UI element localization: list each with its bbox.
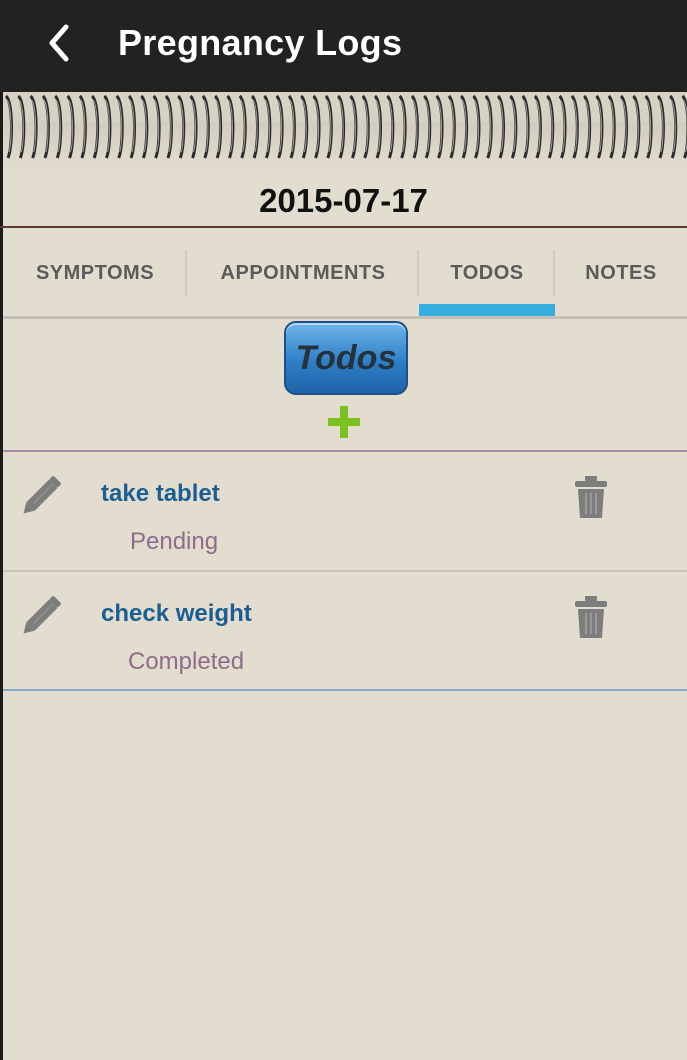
todo-name: check weight — [101, 600, 252, 627]
todo-status: Pending — [130, 528, 219, 555]
page-title: Pregnancy Logs — [118, 22, 403, 63]
tab-bar: SYMPTOMS APPOINTMENTS TODOS NOTES — [3, 228, 687, 318]
delete-todo-button[interactable] — [571, 594, 611, 640]
delete-todo-button[interactable] — [571, 474, 611, 520]
tab-label: NOTES — [585, 261, 657, 284]
tab-label: TODOS — [450, 261, 524, 284]
spiral-graphic — [0, 92, 687, 159]
tab-label: SYMPTOMS — [35, 261, 155, 284]
tab-todos[interactable]: TODOS — [419, 228, 555, 318]
trash-icon — [575, 476, 607, 518]
tab-notes[interactable]: NOTES — [555, 228, 687, 318]
chevron-left-icon — [49, 24, 69, 62]
add-todo-button[interactable] — [324, 402, 364, 442]
log-date: 2015-07-17 — [259, 182, 428, 219]
trash-icon — [575, 596, 607, 638]
tab-appointments[interactable]: APPOINTMENTS — [187, 228, 419, 318]
tab-label: APPOINTMENTS — [220, 261, 386, 284]
todos-section-button[interactable]: Todos — [284, 321, 408, 395]
tab-symptoms[interactable]: SYMPTOMS — [3, 228, 187, 318]
pencil-icon — [23, 476, 61, 514]
todo-name: take tablet — [101, 480, 220, 507]
pencil-icon — [23, 596, 61, 634]
edit-todo-button[interactable] — [19, 468, 69, 518]
list-item: check weight Completed — [3, 572, 687, 690]
back-button[interactable] — [36, 20, 82, 66]
list-item: take tablet Pending — [3, 452, 687, 570]
todo-status: Completed — [128, 648, 245, 675]
app-bar: Pregnancy Logs — [0, 0, 687, 92]
notebook-spiral-binding — [0, 92, 687, 172]
tab-bar-divider — [3, 316, 687, 319]
list-bottom-divider — [3, 689, 687, 691]
edit-todo-button[interactable] — [19, 588, 69, 638]
plus-icon — [328, 406, 360, 438]
